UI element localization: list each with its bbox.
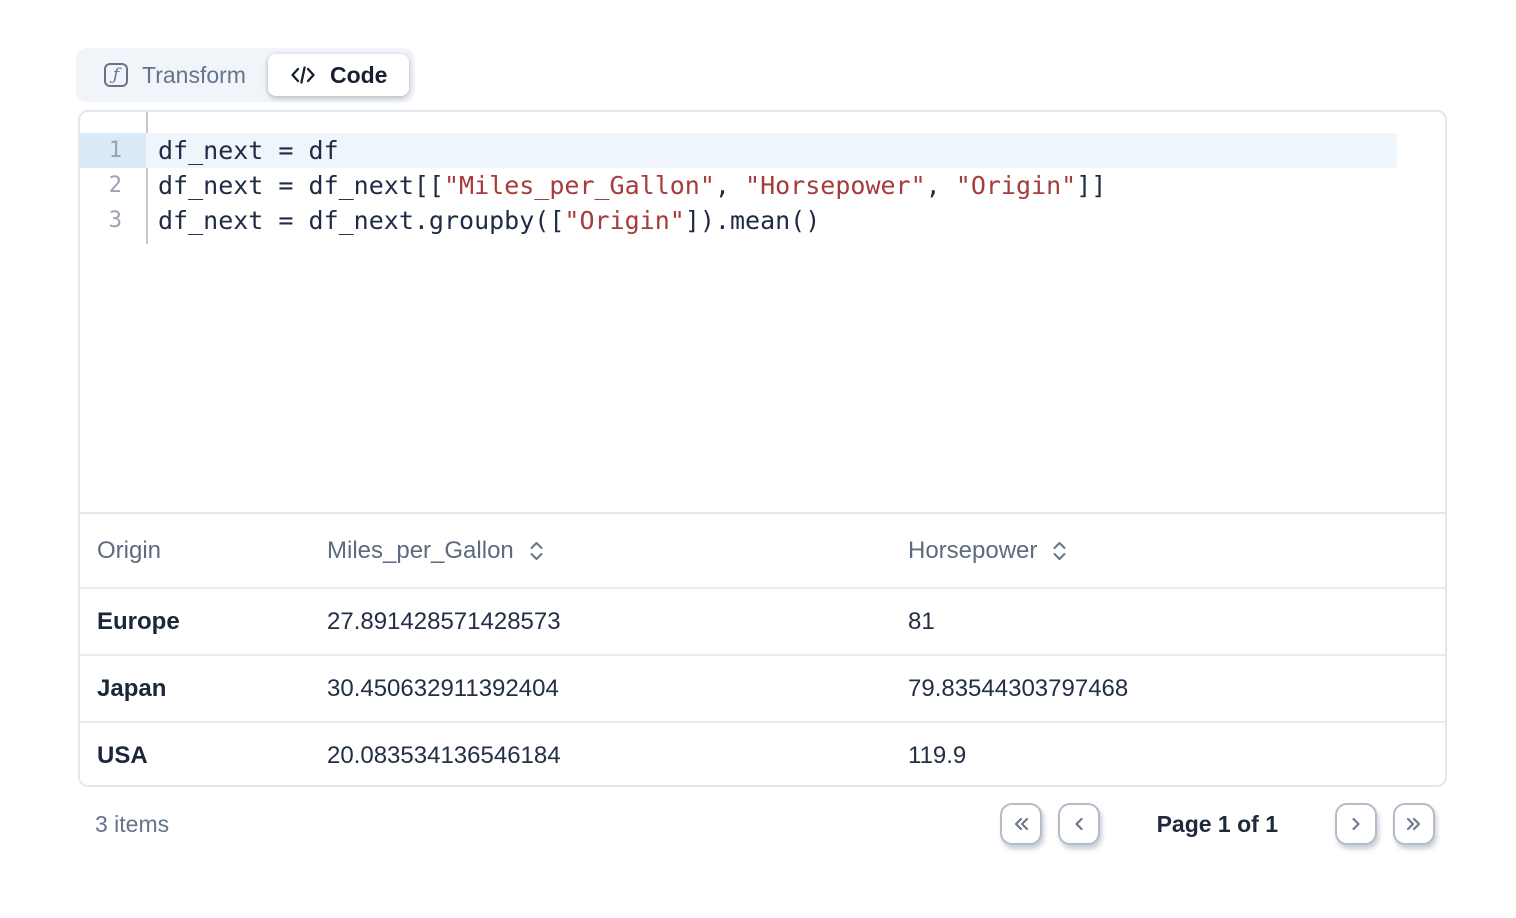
function-icon: ƒ <box>104 63 128 87</box>
next-page-button[interactable] <box>1335 803 1377 845</box>
code-result-panel: 1 df_next = df 2 df_next = df_next[["Mil… <box>78 110 1447 787</box>
double-chevron-left-icon <box>1010 814 1032 834</box>
code-text: df_next = df_next.groupby(["Origin"]).me… <box>146 203 1445 238</box>
first-page-button[interactable] <box>1000 803 1042 845</box>
chevron-right-icon <box>1346 814 1366 834</box>
tab-code[interactable]: Code <box>268 54 410 96</box>
double-chevron-right-icon <box>1403 814 1425 834</box>
column-header-horsepower: Horsepower <box>908 537 1445 565</box>
cell-horsepower: 119.9 <box>908 742 1445 770</box>
line-number: 1 <box>80 133 146 168</box>
view-mode-tabbar: ƒ Transform Code <box>76 48 415 102</box>
cell-miles-per-gallon: 27.891428571428573 <box>327 608 908 636</box>
chevron-left-icon <box>1069 814 1089 834</box>
table-row: USA 20.083534136546184 119.9 <box>80 721 1445 787</box>
page-indicator: Page 1 of 1 <box>1157 811 1278 838</box>
code-editor[interactable]: 1 df_next = df 2 df_next = df_next[["Mil… <box>80 112 1445 514</box>
table-footer: 3 items Page 1 of 1 <box>95 803 1435 845</box>
column-header-origin: Origin <box>80 537 327 565</box>
tab-code-label: Code <box>330 62 388 89</box>
code-line-1[interactable]: 1 df_next = df <box>80 133 1445 168</box>
cell-horsepower: 79.83544303797468 <box>908 675 1445 703</box>
sort-icon[interactable] <box>528 540 545 562</box>
code-line-3[interactable]: 3 df_next = df_next.groupby(["Origin"]).… <box>80 203 1445 238</box>
table-row: Japan 30.450632911392404 79.835443037974… <box>80 654 1445 721</box>
code-text: df_next = df_next[["Miles_per_Gallon", "… <box>146 168 1445 203</box>
tab-transform[interactable]: ƒ Transform <box>82 54 268 96</box>
items-count: 3 items <box>95 811 169 838</box>
code-icon <box>290 63 316 87</box>
cell-origin: USA <box>80 742 327 770</box>
cell-miles-per-gallon: 20.083534136546184 <box>327 742 908 770</box>
cell-horsepower: 81 <box>908 608 1445 636</box>
table-row: Europe 27.891428571428573 81 <box>80 587 1445 654</box>
column-header-miles-per-gallon: Miles_per_Gallon <box>327 537 908 565</box>
previous-page-button[interactable] <box>1058 803 1100 845</box>
last-page-button[interactable] <box>1393 803 1435 845</box>
pagination: Page 1 of 1 <box>1000 803 1435 845</box>
line-number: 2 <box>80 168 146 203</box>
code-line-2[interactable]: 2 df_next = df_next[["Miles_per_Gallon",… <box>80 168 1445 203</box>
line-number: 3 <box>80 203 146 238</box>
code-text: df_next = df <box>146 133 1397 168</box>
tab-transform-label: Transform <box>142 62 246 89</box>
cell-origin: Europe <box>80 608 327 636</box>
cell-miles-per-gallon: 30.450632911392404 <box>327 675 908 703</box>
sort-icon[interactable] <box>1051 540 1068 562</box>
table-header-row: Origin Miles_per_Gallon Horsepower <box>80 514 1445 587</box>
cell-origin: Japan <box>80 675 327 703</box>
